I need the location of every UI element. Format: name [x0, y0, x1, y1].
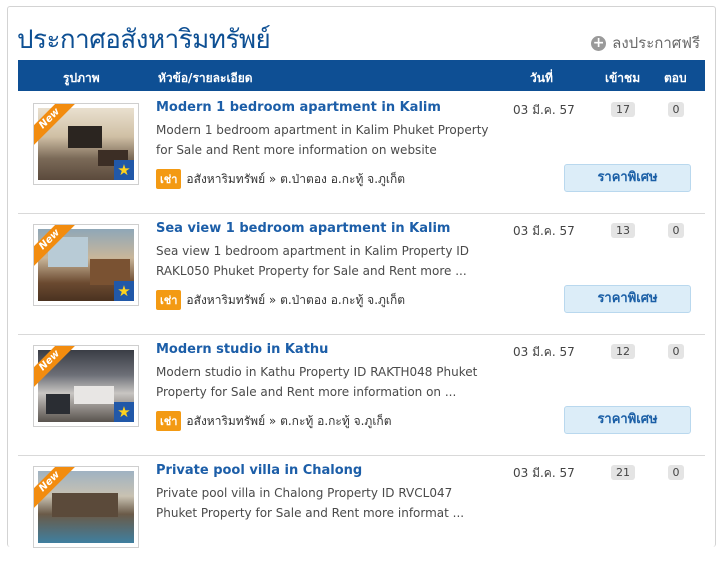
- column-header-views: เข้าชม: [605, 71, 641, 85]
- listing-row: New ★ Modern studio in Kathu Modern stud…: [18, 334, 705, 456]
- column-header-image: รูปภาพ: [63, 71, 100, 85]
- listing-title-link[interactable]: Modern studio in Kathu: [156, 342, 328, 357]
- plus-circle-icon: +: [591, 34, 607, 51]
- rent-tag: เช่า: [156, 169, 182, 189]
- listing-title-link[interactable]: Modern 1 bedroom apartment in Kalim: [156, 100, 441, 115]
- listing-row: New ★ Modern 1 bedroom apartment in Kali…: [18, 92, 705, 214]
- special-price-button[interactable]: ราคาพิเศษ: [564, 285, 691, 313]
- view-count: 17: [611, 102, 635, 117]
- listing-meta: เช่า อสังหาริมทรัพย์ » ต.ป่าตอง อ.กะทู้ …: [156, 169, 405, 189]
- post-free-label: ลงประกาศฟรี: [612, 34, 700, 52]
- listing-description: Private pool villa in Chalong Property I…: [156, 486, 465, 520]
- listing-thumbnail[interactable]: New ★: [33, 103, 139, 185]
- star-icon: ★: [114, 160, 134, 180]
- listing-description: Sea view 1 bedroom apartment in Kalim Pr…: [156, 244, 470, 278]
- listing-date: 03 มี.ค. 57: [513, 466, 575, 480]
- reply-count: 0: [668, 223, 684, 238]
- rent-tag: เช่า: [156, 411, 182, 431]
- star-icon: ★: [114, 402, 134, 422]
- listing-meta: เช่า อสังหาริมทรัพย์ » ต.กะทู้ อ.กะทู้ จ…: [156, 411, 391, 431]
- listing-thumbnail[interactable]: New ★: [33, 224, 139, 306]
- listing-date: 03 มี.ค. 57: [513, 345, 575, 359]
- view-count: 21: [611, 465, 635, 480]
- listing-title-link[interactable]: Sea view 1 bedroom apartment in Kalim: [156, 221, 450, 236]
- star-icon: ★: [114, 281, 134, 301]
- rent-tag: เช่า: [156, 290, 182, 310]
- listing-date: 03 มี.ค. 57: [513, 103, 575, 117]
- category-path[interactable]: อสังหาริมทรัพย์ » ต.ป่าตอง อ.กะทู้ จ.ภูเ…: [186, 170, 405, 189]
- listing-description: Modern 1 bedroom apartment in Kalim Phuk…: [156, 123, 489, 157]
- table-header: รูปภาพ หัวข้อ/รายละเอียด วันที่ เข้าชม ต…: [18, 60, 705, 91]
- view-count: 12: [611, 344, 635, 359]
- post-free-button[interactable]: + ลงประกาศฟรี: [591, 31, 700, 55]
- page-title: ประกาศอสังหาริมทรัพย์: [17, 25, 271, 55]
- listing-thumbnail[interactable]: New: [33, 466, 139, 548]
- listing-row: New Private pool villa in Chalong Privat…: [18, 455, 705, 576]
- listing-date: 03 มี.ค. 57: [513, 224, 575, 238]
- special-price-button[interactable]: ราคาพิเศษ: [564, 164, 691, 192]
- reply-count: 0: [668, 344, 684, 359]
- reply-count: 0: [668, 465, 684, 480]
- column-header-title: หัวข้อ/รายละเอียด: [158, 71, 253, 85]
- column-header-date: วันที่: [530, 71, 553, 85]
- listing-thumbnail[interactable]: New ★: [33, 345, 139, 427]
- special-price-button[interactable]: ราคาพิเศษ: [564, 406, 691, 434]
- view-count: 13: [611, 223, 635, 238]
- listing-meta: เช่า อสังหาริมทรัพย์ » ต.ป่าตอง อ.กะทู้ …: [156, 290, 405, 310]
- listing-row: New ★ Sea view 1 bedroom apartment in Ka…: [18, 213, 705, 335]
- column-header-replies: ตอบ: [664, 71, 687, 85]
- listing-description: Modern studio in Kathu Property ID RAKTH…: [156, 365, 478, 399]
- category-path[interactable]: อสังหาริมทรัพย์ » ต.ป่าตอง อ.กะทู้ จ.ภูเ…: [186, 291, 405, 310]
- listing-title-link[interactable]: Private pool villa in Chalong: [156, 463, 362, 478]
- reply-count: 0: [668, 102, 684, 117]
- category-path[interactable]: อสังหาริมทรัพย์ » ต.กะทู้ อ.กะทู้ จ.ภูเก…: [186, 412, 391, 431]
